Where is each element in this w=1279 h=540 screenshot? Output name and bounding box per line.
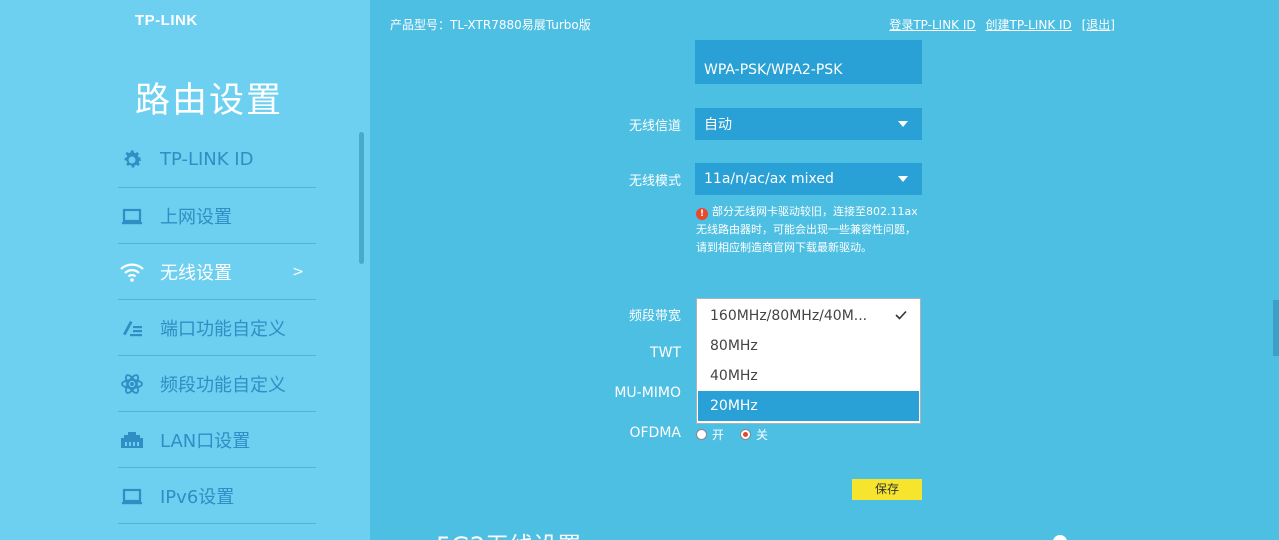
- save-button[interactable]: 保存: [852, 479, 922, 500]
- compatibility-warning: ! 部分无线网卡驱动较旧，连接至802.11ax无线路由器时，可能会出现一些兼容性…: [696, 203, 924, 257]
- ofdma-off-label: 关: [756, 428, 769, 442]
- warning-text: 部分无线网卡驱动较旧，连接至802.11ax无线路由器时，可能会出现一些兼容性问…: [696, 205, 918, 254]
- gear-icon: [119, 147, 145, 173]
- sidebar-scrollbar[interactable]: [359, 132, 364, 264]
- mode-label: 无线模式: [628, 174, 681, 189]
- create-account-link[interactable]: 创建TP-LINK ID: [985, 18, 1071, 32]
- sidebar-item-label: LAN口设置: [160, 430, 251, 452]
- edit-list-icon: [119, 315, 145, 341]
- bandwidth-option-hovered[interactable]: 20MHz: [698, 391, 919, 421]
- logout-link[interactable]: [退出]: [1082, 18, 1115, 32]
- ofdma-off-radio[interactable]: [740, 429, 752, 440]
- chevron-right-icon: >: [292, 263, 304, 280]
- sidebar-item-label: IPv6设置: [160, 486, 235, 508]
- lan-port-icon: [119, 427, 145, 453]
- sidebar-item-label: 无线设置: [160, 262, 232, 284]
- bandwidth-option[interactable]: 80MHz: [698, 331, 919, 361]
- twt-label: TWT: [650, 345, 681, 361]
- laptop-icon: [119, 203, 145, 229]
- page-scrollbar[interactable]: [1273, 300, 1279, 356]
- mu-mimo-label: MU-MIMO: [614, 385, 681, 401]
- sidebar-item-label: 频段功能自定义: [160, 374, 286, 396]
- mode-value: 11a/n/ac/ax mixed: [704, 171, 834, 187]
- caret-down-icon: [898, 121, 908, 127]
- channel-select[interactable]: 自动: [695, 108, 922, 140]
- bandwidth-dropdown[interactable]: 160MHz/80MHz/40M... 80MHz 40MHz 20MHz: [696, 298, 921, 424]
- caret-down-icon: [898, 176, 908, 182]
- sidebar-title: 路由设置: [135, 81, 284, 121]
- channel-label: 无线信道: [628, 119, 681, 134]
- atom-icon: [119, 371, 145, 397]
- sidebar-item-band-customization[interactable]: 频段功能自定义: [118, 356, 316, 412]
- sidebar-item-internet-settings[interactable]: 上网设置: [118, 188, 316, 244]
- ofdma-on-radio[interactable]: [696, 429, 707, 440]
- product-model: 产品型号：TL-XTR7880易展Turbo版: [390, 18, 591, 32]
- option-label: 160MHz/80MHz/40M...: [710, 308, 868, 324]
- mode-select[interactable]: 11a/n/ac/ax mixed: [695, 163, 922, 195]
- bandwidth-option[interactable]: 40MHz: [698, 361, 919, 391]
- sidebar-item-label: TP-LINK ID: [160, 149, 254, 170]
- channel-value: 自动: [704, 117, 732, 133]
- ofdma-on-label: 开: [712, 428, 725, 442]
- sidebar-item-ipv6-settings[interactable]: IPv6设置: [118, 468, 316, 524]
- tp-link-logo: TP-LINK: [135, 12, 198, 29]
- bandwidth-option-selected[interactable]: 160MHz/80MHz/40M...: [698, 301, 919, 331]
- toggle-knob[interactable]: [1053, 535, 1067, 540]
- laptop-icon: [119, 483, 145, 509]
- sidebar-item-lan-settings[interactable]: LAN口设置: [118, 412, 316, 468]
- check-icon: [895, 310, 907, 320]
- sidebar-item-wireless-settings[interactable]: 无线设置 >: [118, 244, 316, 300]
- sidebar-item-label: 上网设置: [160, 206, 232, 228]
- section-title-5g2: 5G2无线设置: [436, 526, 581, 540]
- sidebar: TP-LINK 路由设置 TP-LINK ID 上网设置 无线设置 > 端口功能…: [0, 0, 370, 540]
- warning-icon: !: [696, 208, 708, 220]
- sidebar-item-tp-link-id[interactable]: TP-LINK ID: [118, 132, 316, 188]
- bandwidth-label: 频段带宽: [628, 309, 681, 324]
- sidebar-item-port-customization[interactable]: 端口功能自定义: [118, 300, 316, 356]
- wifi-icon: [119, 259, 145, 285]
- sidebar-item-label: 端口功能自定义: [160, 318, 286, 340]
- ofdma-label: OFDMA: [629, 425, 681, 441]
- ofdma-radio-group: 开 关: [696, 426, 768, 443]
